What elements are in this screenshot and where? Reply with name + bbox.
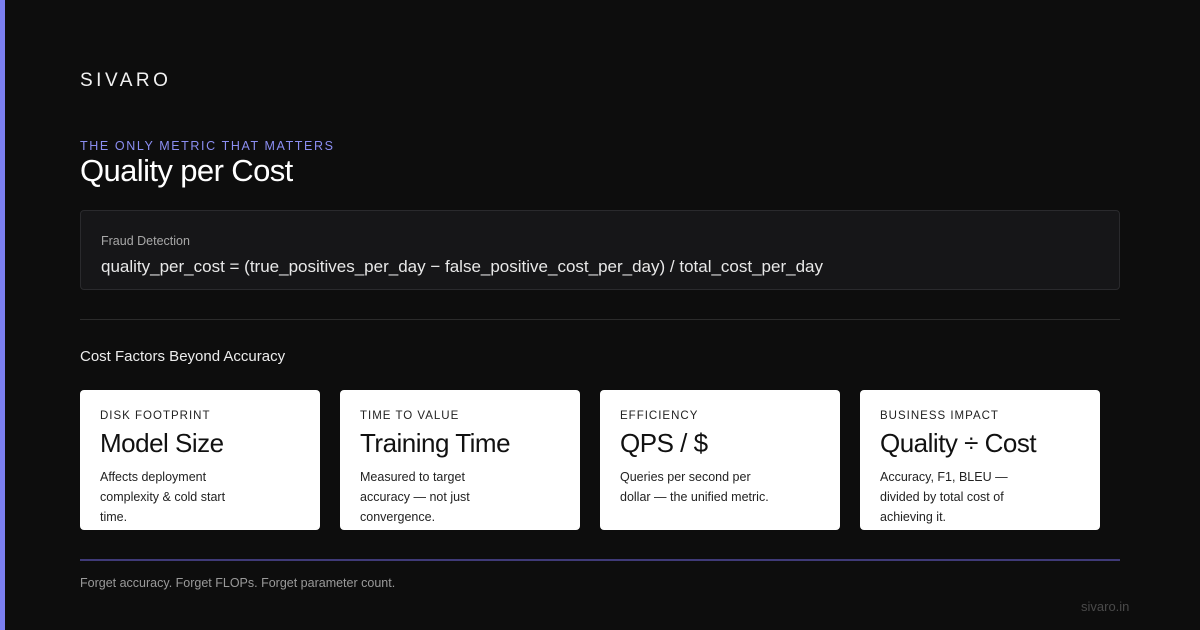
card-quality-cost: BUSINESS IMPACT Quality ÷ Cost Accuracy,… <box>860 390 1100 530</box>
card-description: Accuracy, F1, BLEU — divided by total co… <box>880 470 1008 524</box>
card-description: Measured to target accuracy — not just c… <box>360 470 470 524</box>
formula-box: Fraud Detection quality_per_cost = (true… <box>80 210 1120 290</box>
card-title: Training Time <box>360 428 511 458</box>
formula-text: quality_per_cost = (true_positives_per_d… <box>101 257 823 276</box>
card-kicker: TIME TO VALUE <box>360 410 460 422</box>
card-kicker: BUSINESS IMPACT <box>880 410 999 422</box>
brand-logo-text: SIVARO <box>80 70 172 91</box>
card-training-time: TIME TO VALUE Training Time Measured to … <box>340 390 580 530</box>
card-title: Quality ÷ Cost <box>880 428 1037 458</box>
footer-divider <box>80 559 1120 561</box>
card-description: Affects deployment complexity & cold sta… <box>100 470 226 524</box>
card-title: Model Size <box>100 428 224 458</box>
eyebrow-label: THE ONLY METRIC THAT MATTERS <box>80 139 335 153</box>
card-qps-per-dollar: EFFICIENCY QPS / $ Queries per second pe… <box>600 390 840 530</box>
card-kicker: EFFICIENCY <box>620 410 699 422</box>
footer-note: Forget accuracy. Forget FLOPs. Forget pa… <box>80 576 396 590</box>
card-kicker: DISK FOOTPRINT <box>100 410 211 422</box>
card-description: Queries per second per dollar — the unif… <box>620 470 769 504</box>
formula-label: Fraud Detection <box>101 234 190 248</box>
section-divider <box>80 319 1120 320</box>
card-title: QPS / $ <box>620 428 708 458</box>
section-title: Cost Factors Beyond Accuracy <box>80 348 286 365</box>
card-model-size: DISK FOOTPRINT Model Size Affects deploy… <box>80 390 320 530</box>
page-title: Quality per Cost <box>80 153 293 188</box>
left-accent-bar <box>0 0 5 630</box>
site-url: sivaro.in <box>1081 599 1130 614</box>
